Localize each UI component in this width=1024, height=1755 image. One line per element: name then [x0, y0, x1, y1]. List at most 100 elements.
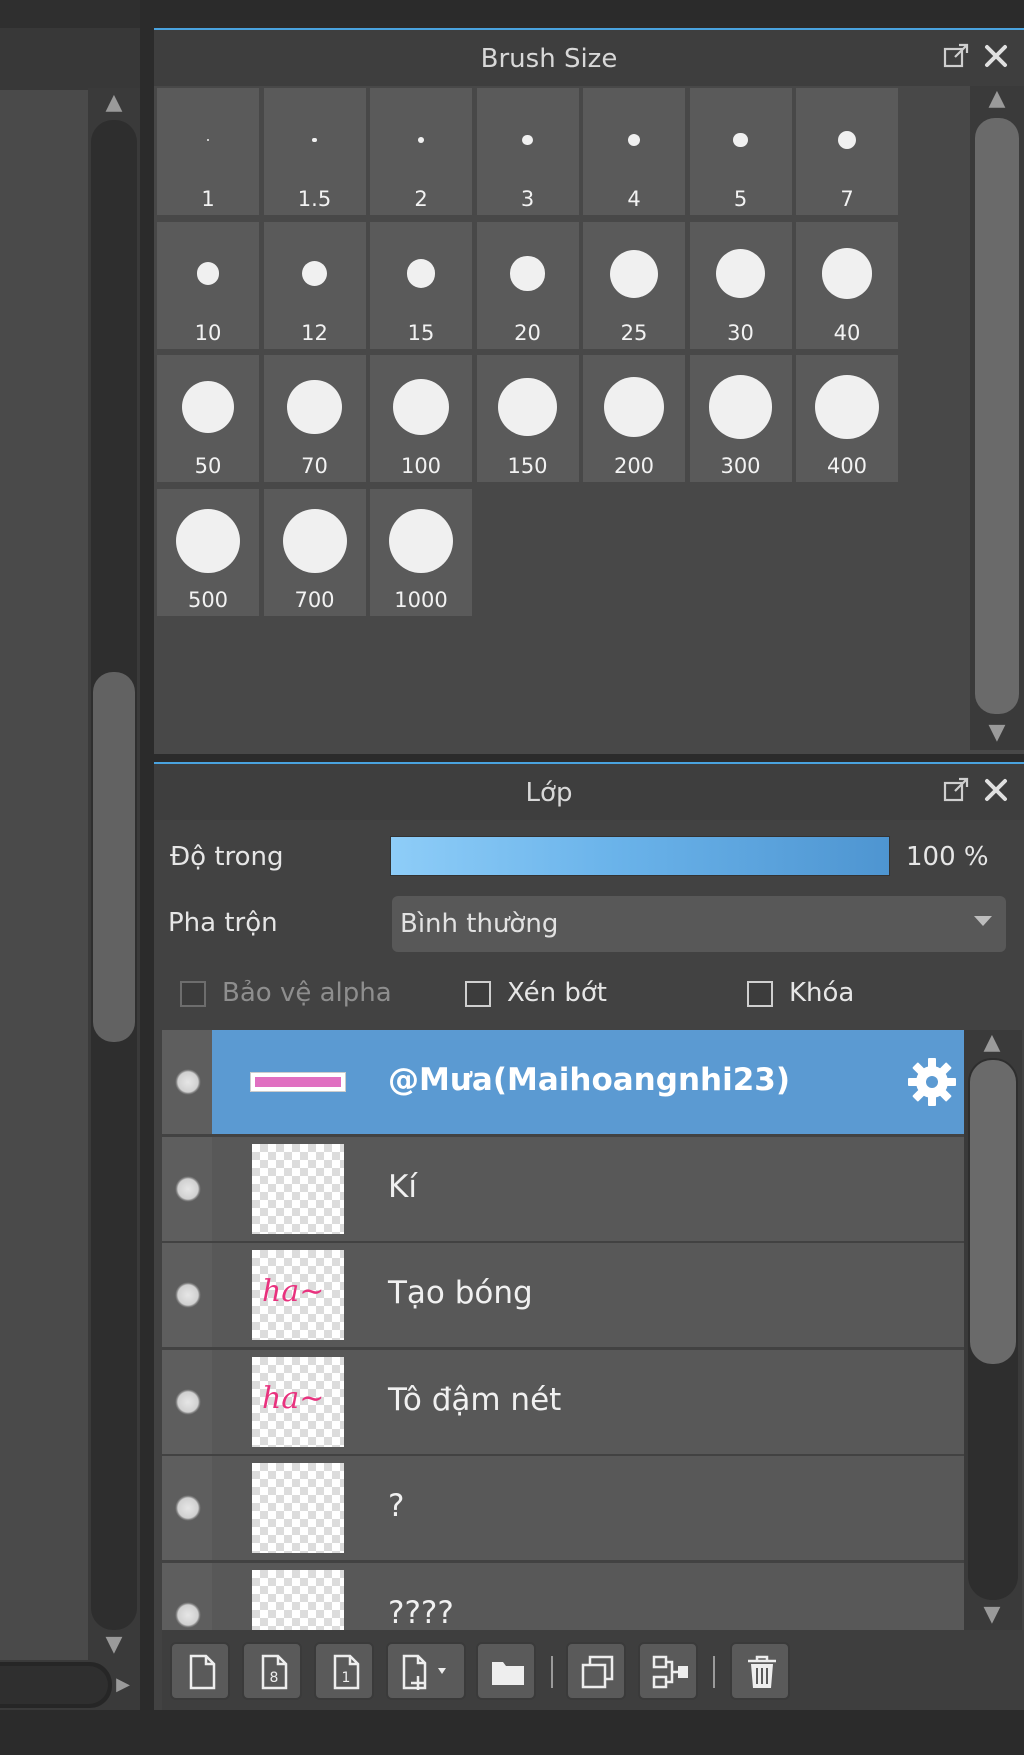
layer-visibility-toggle[interactable] — [162, 1456, 212, 1560]
brush-size-label: 70 — [301, 454, 328, 478]
brush-dot-preview — [392, 378, 450, 436]
left-panel-content — [0, 90, 88, 1660]
gear-icon[interactable] — [906, 1056, 958, 1108]
brush-size-option[interactable]: 200 — [583, 355, 685, 482]
layer-scroll-down-icon[interactable]: ▼ — [972, 1604, 1012, 1626]
brush-dot-preview — [815, 375, 879, 439]
brush-dot-preview — [821, 248, 873, 299]
close-icon[interactable] — [982, 776, 1010, 804]
brush-size-label: 50 — [194, 454, 222, 478]
new-8bit-layer-button[interactable]: 8 — [242, 1642, 302, 1700]
layer-panel-header: Lớp — [154, 764, 1024, 820]
clipping-checkbox[interactable] — [465, 981, 491, 1007]
brush-scroll-down-icon[interactable]: ▼ — [977, 722, 1017, 744]
layer-row[interactable]: ? — [162, 1456, 964, 1560]
brush-size-label: 2 — [414, 187, 428, 211]
brush-size-option[interactable]: 1 — [157, 88, 259, 215]
visibility-dot-icon — [175, 1069, 201, 1095]
layer-visibility-toggle[interactable] — [162, 1243, 212, 1347]
layer-row[interactable]: @Mưa(Maihoangnhi23) — [162, 1030, 964, 1134]
layer-thumbnail — [250, 1072, 346, 1092]
layer-visibility-toggle[interactable] — [162, 1030, 212, 1134]
brush-size-option[interactable]: 300 — [689, 355, 792, 482]
popout-icon[interactable] — [942, 42, 970, 70]
layer-name: ? — [388, 1488, 405, 1524]
brush-size-option[interactable]: 400 — [796, 355, 898, 482]
layer-visibility-toggle[interactable] — [162, 1562, 212, 1630]
visibility-dot-icon — [175, 1282, 201, 1308]
duplicate-icon — [581, 1655, 614, 1689]
brush-dot-preview — [708, 375, 773, 439]
new-layer-button[interactable] — [170, 1642, 230, 1700]
brush-size-label: 150 — [507, 454, 548, 478]
layer-visibility-toggle[interactable] — [162, 1349, 212, 1454]
scroll-up-arrow-icon[interactable]: ▲ — [94, 92, 134, 114]
close-icon[interactable] — [982, 42, 1010, 70]
layer-row[interactable]: ℎ𝑎∼ Tạo bóng — [162, 1243, 964, 1347]
brush-size-option[interactable]: 100 — [370, 355, 472, 482]
visibility-dot-icon — [175, 1601, 201, 1628]
duplicate-layer-button[interactable] — [566, 1642, 626, 1700]
new-1bit-layer-icon: 1 — [333, 1654, 360, 1690]
left-horizontal-scrollbar-thumb[interactable] — [0, 1666, 108, 1704]
brush-size-title: Brush Size — [480, 44, 618, 74]
brush-size-option[interactable]: 150 — [476, 355, 579, 482]
brush-size-option[interactable]: 50 — [157, 355, 259, 482]
panel-divider[interactable] — [140, 28, 154, 1755]
layer-row[interactable]: ???? — [162, 1562, 964, 1630]
brush-size-label: 10 — [194, 320, 222, 345]
brush-size-option[interactable]: 40 — [796, 221, 898, 349]
trash-icon — [748, 1655, 776, 1688]
brush-size-option[interactable]: 5 — [689, 88, 792, 215]
opacity-slider[interactable] — [390, 836, 890, 876]
brush-size-option[interactable]: 1000 — [370, 488, 472, 616]
new-1bit-layer-button[interactable]: 1 — [314, 1642, 374, 1700]
left-scrollbar-thumb[interactable] — [93, 672, 135, 1042]
layer-scrollbar-thumb[interactable] — [970, 1060, 1016, 1364]
brush-size-option[interactable]: 1.5 — [263, 88, 366, 215]
left-panel-header — [0, 28, 140, 90]
add-layer-dropdown-button[interactable] — [386, 1642, 466, 1700]
layer-thumbnail — [252, 1569, 344, 1630]
popout-icon[interactable] — [942, 776, 970, 804]
protect-alpha-checkbox[interactable] — [180, 981, 206, 1007]
brush-size-option[interactable]: 7 — [796, 88, 898, 215]
brush-size-option[interactable]: 15 — [370, 221, 472, 349]
brush-scrollbar-thumb[interactable] — [975, 118, 1019, 714]
brush-size-option[interactable]: 2 — [370, 88, 472, 215]
brush-size-label: 1 — [201, 187, 215, 211]
brush-size-header: Brush Size — [154, 30, 1024, 86]
brush-size-label: 700 — [294, 587, 335, 612]
brush-size-label: 15 — [407, 320, 435, 345]
brush-size-option[interactable]: 500 — [157, 488, 259, 616]
new-folder-button[interactable] — [476, 1642, 536, 1700]
layer-row[interactable]: ℎ𝑎∼ Tô đậm nét — [162, 1349, 964, 1454]
brush-size-label: 300 — [720, 454, 761, 478]
brush-dot-preview — [301, 260, 328, 287]
toolbar-separator — [713, 1656, 715, 1688]
brush-dot-preview — [287, 379, 342, 435]
layer-scroll-up-icon[interactable]: ▲ — [972, 1032, 1012, 1054]
brush-size-option[interactable]: 25 — [583, 221, 685, 349]
layer-row[interactable]: Kí — [162, 1136, 964, 1241]
scroll-down-arrow-icon[interactable]: ▼ — [94, 1634, 134, 1656]
merge-layer-button[interactable] — [638, 1642, 698, 1700]
brush-size-option[interactable]: 4 — [583, 88, 685, 215]
blend-mode-label: Pha trộn — [168, 908, 278, 938]
brush-dot-preview — [733, 132, 748, 148]
brush-scroll-up-icon[interactable]: ▲ — [977, 88, 1017, 110]
brush-size-option[interactable]: 20 — [476, 221, 579, 349]
brush-size-option[interactable]: 10 — [157, 221, 259, 349]
brush-size-option[interactable]: 3 — [476, 88, 579, 215]
scroll-right-arrow-icon[interactable]: ▶ — [108, 1674, 138, 1696]
brush-size-option[interactable]: 70 — [263, 355, 366, 482]
delete-layer-button[interactable] — [730, 1642, 790, 1700]
layer-visibility-toggle[interactable] — [162, 1136, 212, 1241]
brush-size-option[interactable]: 700 — [263, 488, 366, 616]
blend-mode-select[interactable]: Bình thường — [392, 896, 1006, 952]
lock-checkbox[interactable] — [747, 981, 773, 1007]
brush-size-label: 100 — [400, 454, 442, 478]
brush-size-option[interactable]: 30 — [689, 221, 792, 349]
layer-thumbnail — [252, 1463, 344, 1553]
brush-size-option[interactable]: 12 — [263, 221, 366, 349]
